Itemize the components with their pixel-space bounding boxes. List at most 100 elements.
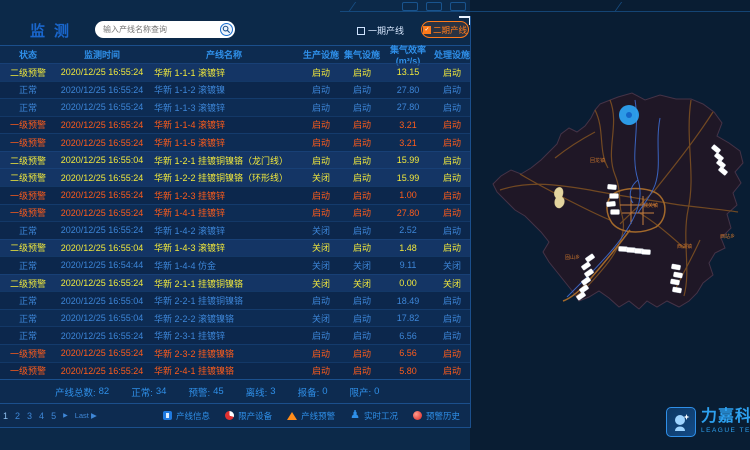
legend-button-line-warning[interactable]: 产线预警 bbox=[287, 410, 335, 422]
city-marker[interactable] bbox=[619, 105, 639, 125]
time-cell: 2020/12/25 16:55:04 bbox=[56, 155, 148, 165]
page-button[interactable]: 3 bbox=[27, 411, 32, 421]
phase1-toggle[interactable]: 一期产线 bbox=[357, 24, 404, 37]
table-row[interactable]: 一级预警2020/12/25 16:55:24华新 2-3-2 挂镀镍铬启动启动… bbox=[0, 344, 470, 362]
legend-button-warning-history[interactable]: 预警历史 bbox=[413, 410, 460, 422]
line-name-cell: 华新 1-2-1 挂镀铜镍铬（龙门线） bbox=[148, 154, 300, 167]
time-cell: 2020/12/25 16:55:04 bbox=[56, 296, 148, 306]
search-button[interactable] bbox=[220, 23, 233, 36]
line-name-cell: 华新 1-2-2 挂镀铜镍铬（环形线） bbox=[148, 171, 300, 184]
city-marker-dot bbox=[626, 112, 632, 118]
status-cell: 一级预警 bbox=[0, 347, 56, 360]
treatment-cell: 启动 bbox=[434, 294, 470, 307]
status-cell: 二级预警 bbox=[0, 66, 56, 79]
production-cell: 启动 bbox=[300, 136, 342, 149]
time-cell: 2020/12/25 16:55:24 bbox=[56, 190, 148, 200]
gas-cell: 启动 bbox=[342, 294, 382, 307]
site-marker[interactable] bbox=[626, 247, 635, 252]
summary-item: 正常:34 bbox=[131, 385, 166, 399]
search-input[interactable] bbox=[95, 25, 220, 34]
site-marker[interactable] bbox=[618, 246, 627, 251]
time-cell: 2020/12/25 16:55:24 bbox=[56, 102, 148, 112]
treatment-cell: 关闭 bbox=[434, 259, 470, 272]
summary-label: 正常: bbox=[131, 385, 153, 399]
production-cell: 关闭 bbox=[300, 277, 342, 290]
site-marker[interactable] bbox=[607, 184, 616, 190]
col-treatment-facility: 处理设施 bbox=[434, 48, 470, 61]
gas-cell: 关闭 bbox=[342, 277, 382, 290]
efficiency-cell: 13.15 bbox=[382, 67, 434, 77]
treatment-cell: 启动 bbox=[434, 364, 470, 377]
table-row[interactable]: 二级预警2020/12/25 16:55:04华新 1-4-3 滚镀锌关闭启动1… bbox=[0, 239, 470, 257]
status-cell: 一级预警 bbox=[0, 206, 56, 219]
site-marker[interactable] bbox=[610, 194, 619, 199]
site-marker[interactable] bbox=[641, 249, 650, 254]
page-button[interactable]: 1 bbox=[3, 411, 8, 421]
table-row[interactable]: 一级预警2020/12/25 16:55:24华新 1-1-5 滚镀锌启动启动3… bbox=[0, 133, 470, 151]
table-row[interactable]: 正常2020/12/25 16:55:04华新 2-2-2 滚镀镍铬关闭启动17… bbox=[0, 309, 470, 327]
treatment-cell: 启动 bbox=[434, 206, 470, 219]
status-cell: 一级预警 bbox=[0, 364, 56, 377]
table-row[interactable]: 一级预警2020/12/25 16:55:24华新 1-2-3 挂镀锌启动启动1… bbox=[0, 186, 470, 204]
summary-value: 34 bbox=[156, 386, 167, 397]
treatment-cell: 启动 bbox=[434, 154, 470, 167]
next-page-button[interactable]: ▶ bbox=[63, 412, 68, 419]
region-map[interactable]: 回龙镇城关镇西站乡固山乡西湖镇 bbox=[470, 0, 750, 450]
legend-button-realtime-status[interactable]: ♟实时工况 bbox=[350, 410, 398, 422]
page-title: 监测 bbox=[30, 20, 78, 41]
page-button[interactable]: 2 bbox=[15, 411, 20, 421]
table-row[interactable]: 正常2020/12/25 16:54:44华新 1-4-4 仿金关闭关闭9.11… bbox=[0, 256, 470, 274]
table-row[interactable]: 二级预警2020/12/25 16:55:04华新 1-2-1 挂镀铜镍铬（龙门… bbox=[0, 151, 470, 169]
table-row[interactable]: 正常2020/12/25 16:55:24华新 1-1-3 滚镀锌启动启动27.… bbox=[0, 98, 470, 116]
table-row[interactable]: 二级预警2020/12/25 16:55:24华新 1-2-2 挂镀铜镍铬（环形… bbox=[0, 168, 470, 186]
page-button[interactable]: 4 bbox=[39, 411, 44, 421]
line-name-cell: 华新 2-4-1 挂镀镍铬 bbox=[148, 364, 300, 377]
table-row[interactable]: 正常2020/12/25 16:55:04华新 2-2-1 挂镀铜镍铬启动启动1… bbox=[0, 291, 470, 309]
top-deco-box bbox=[402, 2, 418, 11]
legend-label: 产线信息 bbox=[176, 410, 210, 422]
production-cell: 启动 bbox=[300, 206, 342, 219]
table-row[interactable]: 一级预警2020/12/25 16:55:24华新 2-4-1 挂镀镍铬启动启动… bbox=[0, 362, 470, 380]
line-name-cell: 华新 1-4-2 滚镀锌 bbox=[148, 224, 300, 237]
gas-cell: 启动 bbox=[342, 312, 382, 325]
legend-button-line-info[interactable]: 产线信息 bbox=[163, 410, 210, 422]
line-name-cell: 华新 1-1-5 滚镀锌 bbox=[148, 136, 300, 149]
map-place-label: 回龙镇 bbox=[590, 157, 605, 164]
search-box bbox=[95, 21, 235, 38]
status-cell: 一级预警 bbox=[0, 118, 56, 131]
table-row[interactable]: 正常2020/12/25 16:55:24华新 1-1-2 滚镀镍启动启动27.… bbox=[0, 81, 470, 99]
table-row[interactable]: 二级预警2020/12/25 16:55:24华新 1-1-1 滚镀锌启动启动1… bbox=[0, 63, 470, 81]
legend-label: 预警历史 bbox=[426, 410, 460, 422]
site-marker[interactable] bbox=[611, 210, 620, 215]
production-cell: 启动 bbox=[300, 329, 342, 342]
efficiency-cell: 27.80 bbox=[382, 85, 434, 95]
efficiency-cell: 15.99 bbox=[382, 155, 434, 165]
line-name-cell: 华新 2-3-1 挂镀锌 bbox=[148, 329, 300, 342]
warning-history-icon bbox=[413, 411, 422, 420]
efficiency-cell: 27.80 bbox=[382, 208, 434, 218]
summary-value: 45 bbox=[213, 386, 224, 397]
treatment-cell: 启动 bbox=[434, 101, 470, 114]
summary-item: 限产:0 bbox=[350, 385, 380, 399]
table-row[interactable]: 一级预警2020/12/25 16:55:24华新 1-4-1 挂镀锌启动启动2… bbox=[0, 204, 470, 222]
checkbox-checked-icon: ✓ bbox=[423, 26, 431, 34]
table-row[interactable]: 一级预警2020/12/25 16:55:24华新 1-1-4 滚镀锌启动启动3… bbox=[0, 116, 470, 134]
last-page-button[interactable]: Last ▶ bbox=[75, 411, 97, 420]
efficiency-cell: 15.99 bbox=[382, 173, 434, 183]
table-row[interactable]: 正常2020/12/25 16:55:24华新 1-4-2 滚镀锌关闭启动2.5… bbox=[0, 221, 470, 239]
line-name-cell: 华新 1-1-4 滚镀锌 bbox=[148, 118, 300, 131]
treatment-cell: 关闭 bbox=[434, 277, 470, 290]
summary-value: 3 bbox=[270, 386, 275, 397]
time-cell: 2020/12/25 16:55:24 bbox=[56, 225, 148, 235]
table-row[interactable]: 二级预警2020/12/25 16:55:24华新 2-1-1 挂镀铜镍铬关闭关… bbox=[0, 274, 470, 292]
treatment-cell: 启动 bbox=[434, 329, 470, 342]
summary-label: 限产: bbox=[350, 385, 372, 399]
production-cell: 启动 bbox=[300, 118, 342, 131]
gas-cell: 启动 bbox=[342, 154, 382, 167]
map-place-label: 城关镇 bbox=[643, 202, 658, 209]
table-row[interactable]: 正常2020/12/25 16:55:24华新 2-3-1 挂镀锌启动启动6.5… bbox=[0, 326, 470, 344]
page-button[interactable]: 5 bbox=[51, 411, 56, 421]
efficiency-cell: 5.80 bbox=[382, 366, 434, 376]
legend-button-limit-device[interactable]: 限产设备 bbox=[225, 410, 272, 422]
site-marker[interactable] bbox=[606, 201, 615, 207]
